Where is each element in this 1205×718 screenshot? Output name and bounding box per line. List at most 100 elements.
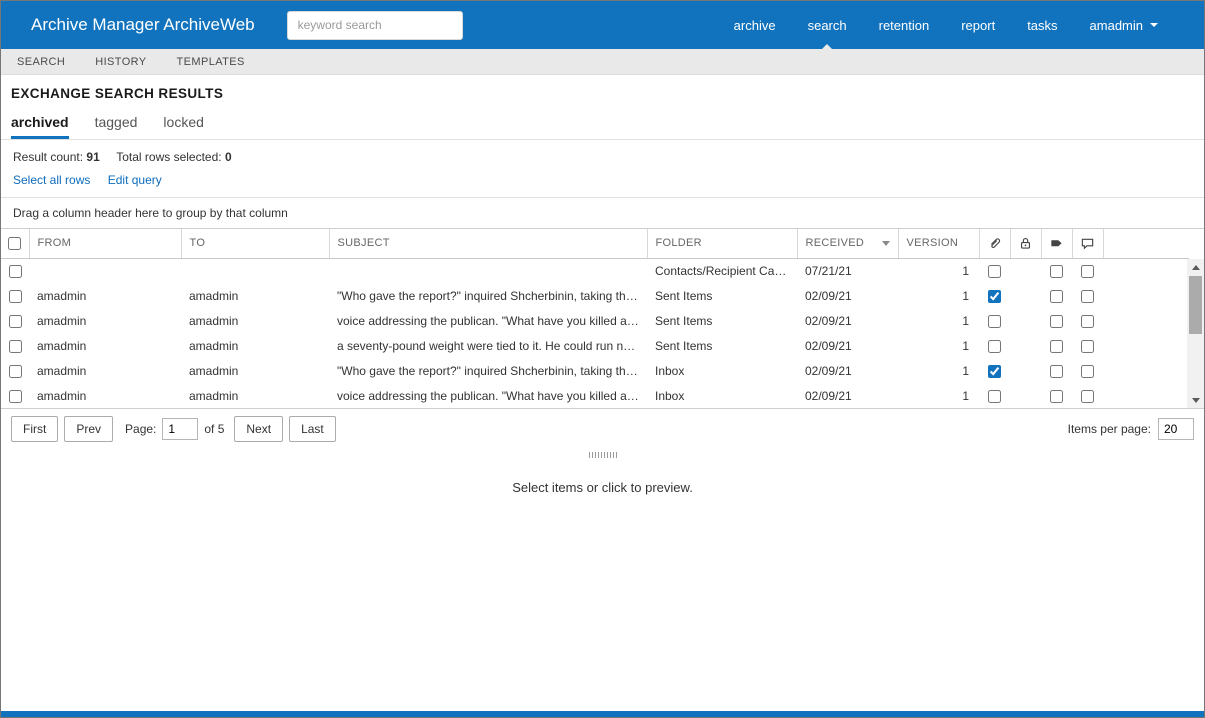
row-select-checkbox[interactable] bbox=[8, 339, 22, 353]
row-comment-checkbox[interactable] bbox=[1081, 289, 1094, 303]
row-select-checkbox[interactable] bbox=[8, 389, 22, 403]
row-tag-checkbox[interactable] bbox=[1050, 364, 1063, 378]
user-menu[interactable]: amadmin bbox=[1074, 1, 1174, 49]
top-navigation: archive search retention report tasks am… bbox=[718, 1, 1174, 49]
row-tag-checkbox[interactable] bbox=[1050, 339, 1063, 353]
subnav-search[interactable]: SEARCH bbox=[17, 56, 65, 68]
row-comment-checkbox[interactable] bbox=[1081, 314, 1094, 328]
select-all-checkbox-header[interactable] bbox=[1, 229, 30, 259]
row-attachment-checkbox[interactable] bbox=[988, 339, 1001, 353]
scrollbar-thumb[interactable] bbox=[1189, 276, 1202, 334]
column-header-version[interactable]: VERSION bbox=[898, 229, 980, 259]
row-comment-checkbox[interactable] bbox=[1081, 264, 1094, 278]
cell-folder: Sent Items bbox=[647, 333, 797, 358]
row-select-checkbox[interactable] bbox=[8, 289, 22, 303]
subnav-templates[interactable]: TEMPLATES bbox=[177, 56, 245, 68]
column-header-subject[interactable]: SUBJECT bbox=[329, 229, 648, 259]
nav-tasks[interactable]: tasks bbox=[1011, 1, 1073, 49]
table-row[interactable]: amadmin amadmin "Who gave the report?" i… bbox=[1, 358, 1189, 383]
select-all-checkbox[interactable] bbox=[8, 236, 22, 250]
cell-received: 02/09/21 bbox=[797, 383, 898, 408]
items-per-page-label: Items per page: bbox=[1067, 422, 1151, 436]
cell-legal-hold bbox=[1010, 283, 1041, 308]
tab-locked[interactable]: locked bbox=[163, 114, 203, 139]
table-row[interactable]: Contacts/Recipient Cache 07/21/21 1 bbox=[1, 258, 1189, 283]
tab-archived[interactable]: archived bbox=[11, 114, 69, 139]
result-count-value: 91 bbox=[86, 150, 100, 164]
page-title: EXCHANGE SEARCH RESULTS bbox=[11, 86, 224, 101]
page-number-input[interactable] bbox=[162, 418, 199, 440]
nav-retention[interactable]: retention bbox=[863, 1, 946, 49]
table-row[interactable]: amadmin amadmin a seventy-pound weight w… bbox=[1, 333, 1189, 358]
row-comment-checkbox[interactable] bbox=[1081, 339, 1094, 353]
row-attachment-checkbox[interactable] bbox=[988, 289, 1001, 303]
cell-received: 02/09/21 bbox=[797, 308, 898, 333]
column-header-from[interactable]: FROM bbox=[29, 229, 182, 259]
sub-navigation: SEARCH HISTORY TEMPLATES bbox=[1, 49, 1204, 75]
result-count-label: Result count: bbox=[13, 150, 84, 164]
next-page-button[interactable]: Next bbox=[234, 416, 284, 442]
table-row[interactable]: amadmin amadmin voice addressing the pub… bbox=[1, 308, 1189, 333]
row-comment-checkbox[interactable] bbox=[1081, 364, 1094, 378]
row-tag-checkbox[interactable] bbox=[1050, 264, 1063, 278]
column-header-received[interactable]: RECEIVED bbox=[797, 229, 899, 259]
column-header-attachment[interactable] bbox=[979, 229, 1011, 259]
cell-from bbox=[29, 258, 181, 283]
row-tag-checkbox[interactable] bbox=[1050, 314, 1063, 328]
column-header-legal-hold[interactable] bbox=[1010, 229, 1042, 259]
scrollbar-up-button[interactable] bbox=[1187, 259, 1204, 275]
last-page-button[interactable]: Last bbox=[289, 416, 336, 442]
row-tag-checkbox[interactable] bbox=[1050, 289, 1063, 303]
cell-received: 02/09/21 bbox=[797, 283, 898, 308]
user-menu-label: amadmin bbox=[1089, 17, 1143, 33]
items-per-page-input[interactable] bbox=[1158, 418, 1194, 440]
chevron-down-icon bbox=[1150, 23, 1158, 27]
cell-empty bbox=[1103, 283, 1189, 308]
preview-pane: Select items or click to preview. bbox=[1, 460, 1204, 711]
row-tag-checkbox[interactable] bbox=[1050, 389, 1063, 403]
group-by-drop-zone[interactable]: Drag a column header here to group by th… bbox=[1, 198, 1204, 229]
row-attachment-checkbox[interactable] bbox=[988, 389, 1001, 403]
scrollbar-track[interactable] bbox=[1187, 275, 1204, 392]
nav-search[interactable]: search bbox=[792, 1, 863, 49]
cell-received: 07/21/21 bbox=[797, 258, 898, 283]
table-row[interactable]: amadmin amadmin "Who gave the report?" i… bbox=[1, 283, 1189, 308]
tabs-container: archived tagged locked bbox=[1, 101, 1204, 140]
preview-splitter[interactable] bbox=[1, 449, 1204, 460]
column-header-folder[interactable]: FOLDER bbox=[647, 229, 798, 259]
nav-archive[interactable]: archive bbox=[718, 1, 792, 49]
edit-query-link[interactable]: Edit query bbox=[108, 173, 162, 187]
keyword-search-input[interactable] bbox=[286, 10, 463, 40]
first-page-button[interactable]: First bbox=[11, 416, 59, 442]
column-header-comment[interactable] bbox=[1072, 229, 1104, 259]
row-attachment-checkbox[interactable] bbox=[988, 364, 1001, 378]
cell-legal-hold bbox=[1010, 383, 1041, 408]
scrollbar-down-button[interactable] bbox=[1187, 392, 1204, 408]
results-summary: Result count: 91 Total rows selected: 0 … bbox=[1, 140, 1204, 198]
scroll-down-icon bbox=[1191, 397, 1200, 403]
row-select-checkbox[interactable] bbox=[8, 264, 22, 278]
row-attachment-checkbox[interactable] bbox=[988, 264, 1001, 278]
prev-page-button[interactable]: Prev bbox=[64, 416, 114, 442]
row-comment-checkbox[interactable] bbox=[1081, 389, 1094, 403]
subnav-history[interactable]: HISTORY bbox=[95, 56, 146, 68]
cell-to: amadmin bbox=[181, 283, 329, 308]
vertical-scrollbar[interactable] bbox=[1187, 259, 1204, 408]
table-row[interactable]: amadmin amadmin voice addressing the pub… bbox=[1, 383, 1189, 408]
cell-version: 1 bbox=[898, 333, 979, 358]
cell-folder: Sent Items bbox=[647, 283, 797, 308]
nav-search-label: search bbox=[807, 17, 847, 33]
tab-tagged[interactable]: tagged bbox=[95, 114, 138, 139]
rows-selected-label: Total rows selected: bbox=[116, 150, 222, 164]
row-attachment-checkbox[interactable] bbox=[988, 314, 1001, 328]
row-select-checkbox[interactable] bbox=[8, 314, 22, 328]
cell-from: amadmin bbox=[29, 383, 181, 408]
select-all-rows-link[interactable]: Select all rows bbox=[13, 173, 90, 187]
row-select-checkbox[interactable] bbox=[8, 364, 22, 378]
received-filter-dropdown-icon[interactable] bbox=[881, 240, 890, 246]
nav-report[interactable]: report bbox=[945, 1, 1011, 49]
column-header-tag[interactable] bbox=[1041, 229, 1073, 259]
cell-from: amadmin bbox=[29, 283, 181, 308]
pagination-bar: First Prev Page: of 5 Next Last Items pe… bbox=[1, 408, 1204, 449]
column-header-to[interactable]: TO bbox=[181, 229, 330, 259]
